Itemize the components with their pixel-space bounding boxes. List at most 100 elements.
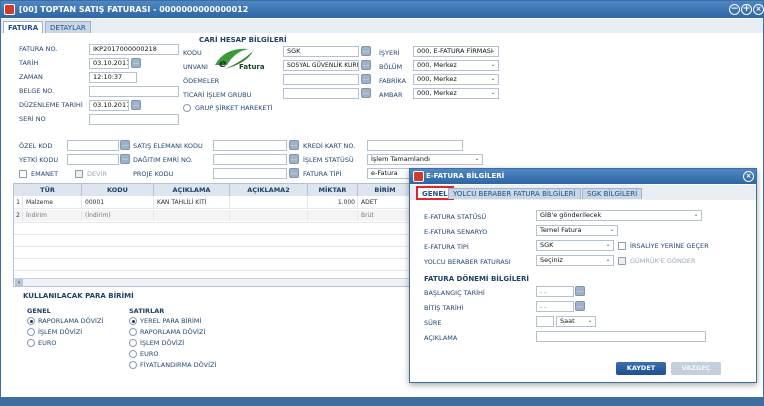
invoice-no-field[interactable]: IKP2017000000218 (89, 44, 179, 55)
general-reporting-radio[interactable] (27, 317, 35, 325)
credit-card-field[interactable] (367, 140, 463, 151)
tab-detaylar[interactable]: DETAYLAR (45, 21, 91, 33)
division-select[interactable]: 000, Merkez (413, 60, 499, 71)
save-button[interactable]: KAYDET (616, 362, 666, 375)
column-header-description2[interactable]: AÇIKLAMA2 (230, 184, 308, 196)
dispatch-label: DAĞITIM EMRİ NO. (133, 156, 193, 164)
chevron-down-icon[interactable]: ⌄ (489, 60, 497, 70)
trade-group-select-button[interactable]: … (361, 88, 371, 98)
efatura-type-label: E-FATURA TİPİ (424, 243, 469, 251)
payments-select-button[interactable]: … (361, 74, 371, 84)
dispatch-field[interactable] (213, 154, 287, 165)
factory-label: FABRİKA (379, 77, 407, 85)
serial-field[interactable] (89, 114, 179, 125)
project-code-label: PROJE KODU (133, 170, 174, 178)
status-bar (1, 397, 763, 406)
trade-group-field[interactable] (283, 88, 359, 99)
column-header-description[interactable]: AÇIKLAMA (154, 184, 230, 196)
date-picker-button[interactable]: … (131, 58, 141, 68)
end-date-picker-button[interactable]: … (575, 301, 585, 311)
lines-reporting-radio[interactable] (129, 328, 137, 336)
column-header-quantity[interactable]: MİKTAR (308, 184, 358, 196)
dispatch-select-button[interactable]: … (289, 154, 299, 164)
special-code-field[interactable] (67, 140, 119, 151)
auth-code-select-button[interactable]: … (120, 154, 130, 164)
doc-no-field[interactable] (89, 86, 179, 97)
chevron-down-icon[interactable]: ⌄ (586, 316, 594, 326)
start-date-field[interactable]: . . (536, 286, 574, 297)
factory-select[interactable]: 000, Merkez (413, 74, 499, 85)
edit-date-field[interactable]: 03.10.2017 (89, 100, 129, 111)
account-title-select-button[interactable]: … (361, 60, 371, 70)
chevron-down-icon[interactable]: ⌄ (489, 88, 497, 98)
start-date-picker-button[interactable]: … (575, 286, 585, 296)
maximize-icon[interactable]: + (741, 4, 752, 15)
passenger-invoice-select[interactable]: Seçiniz (536, 255, 614, 266)
process-status-select[interactable]: İşlem Tamamlandı (367, 154, 483, 165)
edit-date-picker-button[interactable]: … (131, 100, 141, 110)
project-code-field[interactable] (213, 168, 287, 179)
chevron-down-icon[interactable]: ⌄ (604, 255, 612, 265)
column-header-type[interactable]: TÜR (14, 184, 82, 196)
description-field[interactable] (536, 331, 706, 342)
lines-euro-radio[interactable] (129, 350, 137, 358)
close-icon[interactable]: × (753, 4, 764, 15)
column-header-code[interactable]: KODU (82, 184, 154, 196)
lines-pricing-radio[interactable] (129, 361, 137, 369)
efatura-scenario-select[interactable]: Temel Fatura (536, 225, 618, 236)
end-date-field[interactable]: . . (536, 301, 574, 312)
warehouse-select[interactable]: 000, Merkez (413, 88, 499, 99)
workplace-select[interactable]: 000, E-FATURA FİRMASI (413, 46, 499, 57)
project-code-select-button[interactable]: … (289, 168, 299, 178)
chevron-down-icon[interactable]: ⌄ (608, 225, 616, 235)
transfer-checkbox[interactable] (75, 170, 83, 178)
efatura-status-label: E-FATURA STATÜSÜ (424, 213, 487, 221)
lines-local-radio[interactable] (129, 317, 137, 325)
date-field[interactable]: 03.10.2017 (89, 58, 129, 69)
invoice-type-select[interactable]: e-Fatura (367, 168, 411, 179)
chevron-down-icon[interactable]: ⌄ (489, 74, 497, 84)
account-section-title: CARİ HESAP BİLGİLERİ (199, 36, 287, 44)
scroll-left-icon[interactable]: ‹ (15, 279, 23, 286)
table-row[interactable]: 2 İndirim (İndirim) Brüt (14, 210, 412, 221)
tab-fatura[interactable]: FATURA (3, 21, 44, 33)
lines-euro-label: EURO (140, 350, 159, 358)
table-row[interactable]: 1 Malzeme 00001 KAN TAHLİLİ KİTİ 1.000 A… (14, 197, 412, 208)
chevron-down-icon[interactable]: ⌄ (489, 46, 497, 56)
general-transaction-radio[interactable] (27, 328, 35, 336)
special-code-select-button[interactable]: … (120, 140, 130, 150)
chevron-down-icon[interactable]: ⌄ (604, 240, 612, 250)
duration-field[interactable] (536, 316, 554, 327)
column-header-unit[interactable]: BİRİM (358, 184, 412, 196)
group-company-radio[interactable] (183, 104, 191, 112)
row-divider (14, 270, 412, 271)
auth-code-field[interactable] (67, 154, 119, 165)
duration-label: SÜRE (424, 319, 442, 327)
lines-reporting-label: RAPORLAMA DÖVİZİ (140, 328, 206, 336)
salesman-field[interactable] (213, 140, 287, 151)
dialog-tab-sgk[interactable]: SGK BİLGİLERİ (582, 188, 643, 199)
account-code-select-button[interactable]: … (361, 46, 371, 56)
efatura-status-select[interactable]: GİB'e gönderilecek (536, 210, 702, 221)
efatura-type-select[interactable]: SGK (536, 240, 614, 251)
minimize-icon[interactable]: − (729, 4, 740, 15)
date-label: TARİH (19, 59, 39, 67)
general-euro-radio[interactable] (27, 339, 35, 347)
deposit-checkbox[interactable] (19, 170, 27, 178)
waybill-checkbox[interactable] (618, 242, 626, 250)
cancel-button[interactable]: VAZGEÇ (671, 362, 721, 375)
payments-field[interactable] (283, 74, 359, 85)
account-code-field[interactable]: SGK (283, 46, 359, 57)
chevron-down-icon[interactable]: ⌄ (692, 210, 700, 220)
time-field[interactable]: 12:10:37 (89, 72, 137, 83)
account-title-field[interactable]: SOSYAL GÜVENLİK KURUMU (283, 60, 359, 71)
lines-transaction-radio[interactable] (129, 339, 137, 347)
dialog-close-icon[interactable]: × (743, 171, 754, 182)
warehouse-label: AMBAR (379, 91, 403, 99)
customs-checkbox[interactable] (618, 257, 626, 265)
salesman-select-button[interactable]: … (289, 140, 299, 150)
general-currency-title: GENEL (27, 307, 51, 315)
chevron-down-icon[interactable]: ⌄ (473, 154, 481, 164)
horizontal-scrollbar[interactable]: ‹ (14, 278, 412, 286)
dialog-tab-passenger[interactable]: YOLCU BERABER FATURA BİLGİLERİ (448, 188, 581, 199)
